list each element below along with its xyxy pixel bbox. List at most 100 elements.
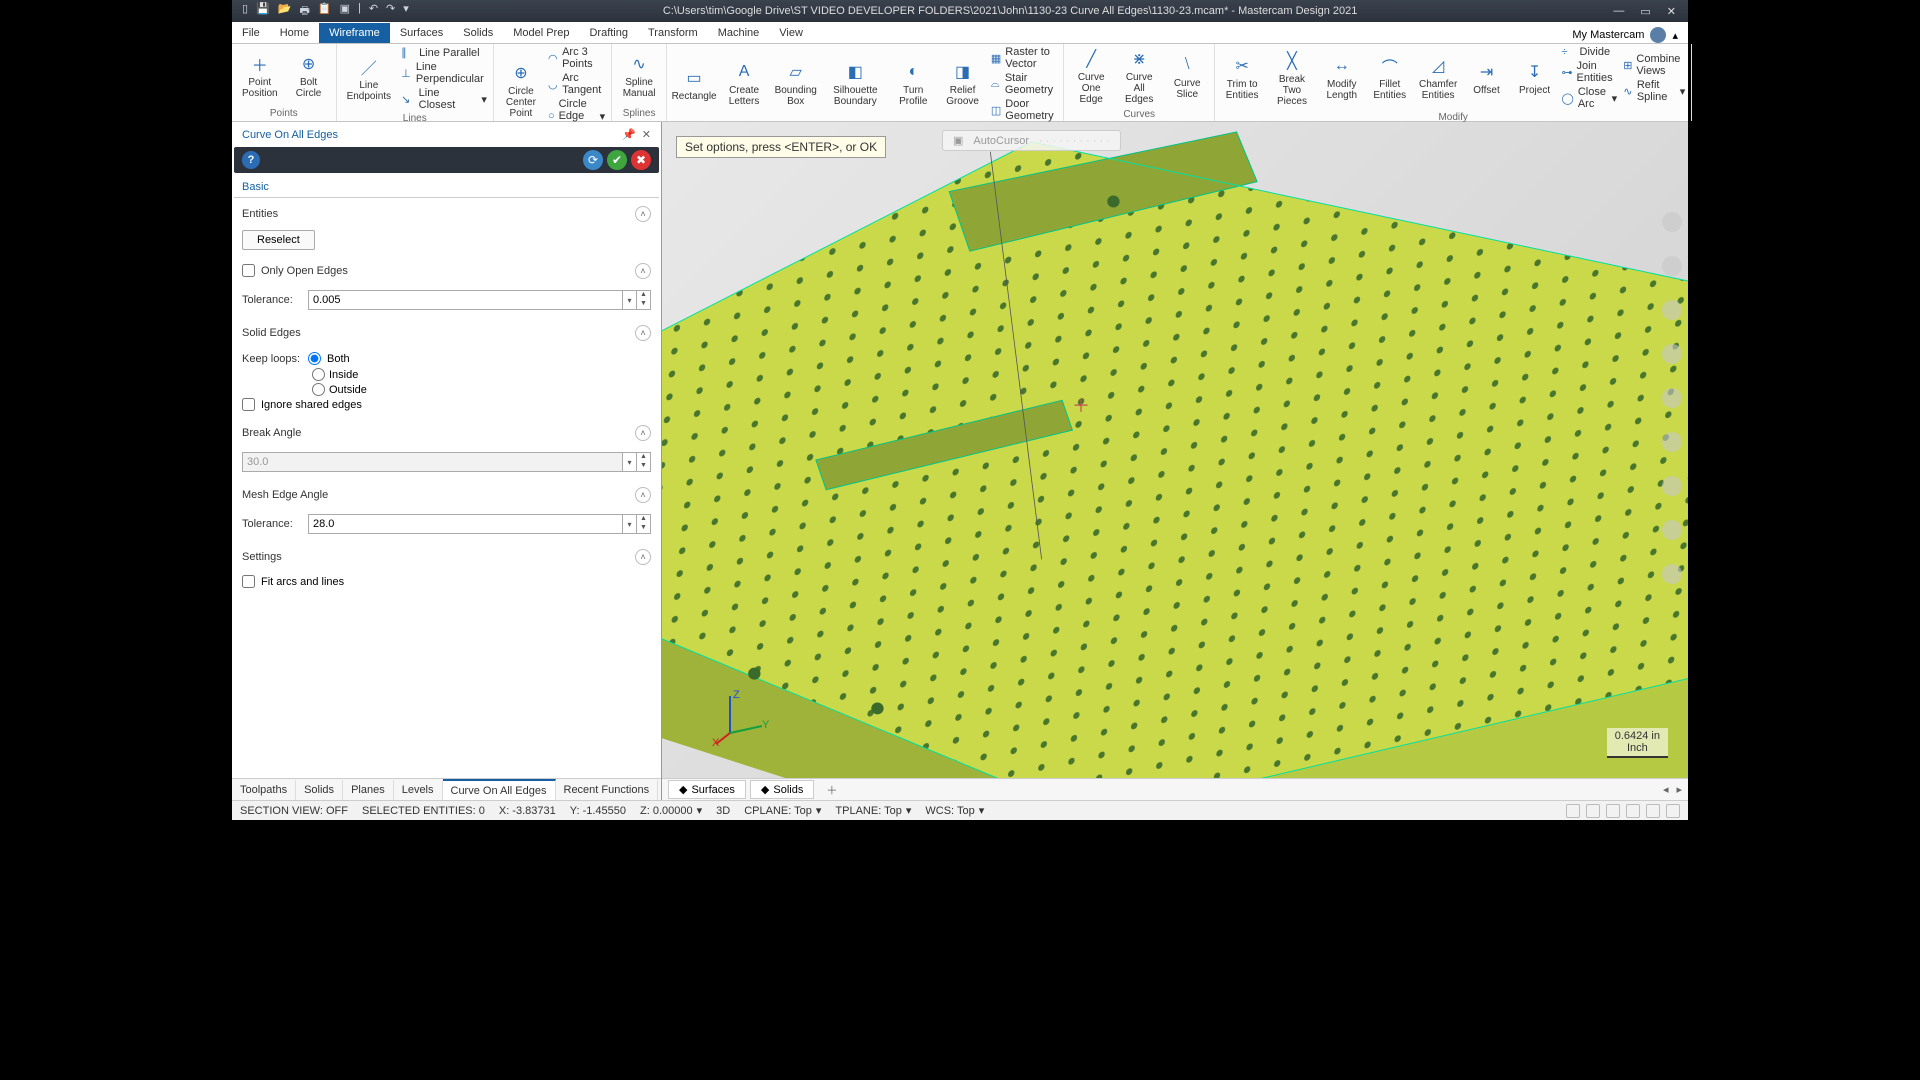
app-icon[interactable]: ▣ [340, 2, 350, 21]
bolt-circle-button[interactable]: ⊕Bolt Circle [288, 51, 330, 101]
redo-icon[interactable]: ↷ [386, 2, 395, 21]
vtab-surfaces[interactable]: ◆Surfaces [668, 780, 746, 799]
dropdown-icon[interactable]: ▾ [623, 290, 637, 310]
gizmo-button[interactable] [1662, 476, 1682, 496]
tab-solids[interactable]: Solids [296, 780, 343, 800]
collapse-icon[interactable]: ˄ [635, 263, 651, 279]
spin-down-icon[interactable]: ▼ [637, 300, 650, 309]
raster-vector-button[interactable]: ▦Raster to Vector [991, 46, 1057, 70]
collapse-icon[interactable]: ˄ [635, 206, 651, 222]
only-open-edges-checkbox[interactable] [242, 264, 255, 277]
scroll-left-icon[interactable]: ◂ [1663, 783, 1669, 796]
tab-drafting[interactable]: Drafting [579, 23, 638, 43]
open-icon[interactable]: 📂 [278, 2, 292, 21]
print-icon[interactable]: 🖶 [299, 2, 309, 21]
gizmo-button[interactable] [1662, 564, 1682, 584]
fillet-button[interactable]: ⌒Fillet Entities [1369, 53, 1411, 103]
curve-slice-button[interactable]: ⧵Curve Slice [1166, 52, 1208, 102]
combine-views-button[interactable]: ⊞Combine Views [1623, 53, 1685, 77]
offset-button[interactable]: ⇥Offset [1466, 59, 1508, 98]
collapse-icon[interactable]: ˄ [635, 487, 651, 503]
tolerance-input[interactable] [308, 290, 623, 310]
add-tab-button[interactable]: ＋ [818, 780, 845, 800]
axis-triad[interactable]: Z Y X [712, 688, 772, 748]
my-mastercam-link[interactable]: My Mastercam [1572, 29, 1644, 41]
bounding-box-button[interactable]: ▱Bounding Box [773, 59, 818, 109]
tab-machine[interactable]: Machine [708, 23, 770, 43]
status-toggle[interactable] [1566, 804, 1580, 818]
refit-spline-button[interactable]: ∿Refit Spline ▾ [1623, 79, 1685, 103]
create-letters-button[interactable]: ACreate Letters [721, 59, 767, 109]
break-two-button[interactable]: ╳Break Two Pieces [1269, 48, 1315, 109]
pin-icon[interactable]: 📌 [622, 128, 636, 141]
collapse-icon[interactable]: ˄ [635, 425, 651, 441]
clipboard-icon[interactable]: 📋 [318, 2, 332, 21]
mesh-tolerance-input[interactable] [308, 514, 623, 534]
basic-tab[interactable]: Basic [234, 177, 659, 198]
collapse-icon[interactable]: ˄ [635, 325, 651, 341]
keep-inside-radio[interactable] [312, 368, 325, 381]
help-icon[interactable]: ▴ [1672, 29, 1678, 42]
silhouette-button[interactable]: ◧Silhouette Boundary [824, 59, 886, 109]
status-wcs[interactable]: WCS: Top [925, 805, 974, 817]
door-geometry-button[interactable]: ◫Door Geometry [991, 98, 1057, 122]
status-section[interactable]: SECTION VIEW: OFF [240, 805, 348, 817]
gizmo-button[interactable] [1662, 256, 1682, 276]
keep-outside-radio[interactable] [312, 383, 325, 396]
help-icon[interactable]: ? [242, 151, 260, 169]
tab-planes[interactable]: Planes [343, 780, 394, 800]
tab-file[interactable]: File [232, 23, 270, 43]
tab-view[interactable]: View [769, 23, 813, 43]
undo-icon[interactable]: ↶ [369, 2, 378, 21]
avatar-icon[interactable] [1650, 27, 1666, 43]
tab-solids[interactable]: Solids [453, 23, 503, 43]
relief-groove-button[interactable]: ◨Relief Groove [940, 59, 985, 109]
spline-manual-button[interactable]: ∿Spline Manual [618, 51, 660, 101]
arc-tangent-button[interactable]: ◡Arc Tangent [548, 72, 605, 96]
status-toggle[interactable] [1626, 804, 1640, 818]
status-toggle[interactable] [1586, 804, 1600, 818]
scroll-right-icon[interactable]: ▸ [1676, 783, 1682, 796]
close-button[interactable]: ✕ [1667, 5, 1676, 18]
save-icon[interactable]: 💾 [256, 2, 270, 21]
spin-up-icon[interactable]: ▲ [637, 291, 650, 300]
viewport-canvas[interactable]: Set options, press <ENTER>, or OK ▣ Auto… [662, 122, 1688, 778]
line-perpendicular-button[interactable]: ⊥Line Perpendicular [401, 61, 487, 85]
dropdown-icon[interactable]: ▾ [623, 514, 637, 534]
panel-close-icon[interactable]: ✕ [642, 128, 651, 141]
close-arc-button[interactable]: ◯Close Arc ▾ [1562, 86, 1618, 110]
tab-levels[interactable]: Levels [394, 780, 443, 800]
status-toggle[interactable] [1666, 804, 1680, 818]
point-position-button[interactable]: ＋Point Position [238, 51, 282, 101]
curve-one-edge-button[interactable]: ╱Curve One Edge [1070, 46, 1112, 107]
line-parallel-button[interactable]: ∥Line Parallel [401, 46, 487, 59]
status-toggle[interactable] [1646, 804, 1660, 818]
qat-dropdown-icon[interactable]: ▾ [403, 2, 409, 21]
apply-new-button[interactable]: ⟳ [583, 150, 603, 170]
tab-toolpaths[interactable]: Toolpaths [232, 780, 296, 800]
reselect-button[interactable]: Reselect [242, 230, 315, 250]
spin-up-icon[interactable]: ▲ [637, 515, 650, 524]
vtab-solids[interactable]: ◆Solids [750, 780, 814, 799]
tab-home[interactable]: Home [270, 23, 319, 43]
status-mode[interactable]: 3D [716, 805, 730, 817]
spin-down-icon[interactable]: ▼ [637, 524, 650, 533]
line-closest-button[interactable]: ↘Line Closest ▾ [401, 87, 487, 111]
divide-button[interactable]: ÷Divide [1562, 46, 1618, 58]
new-icon[interactable]: ▯ [242, 2, 248, 21]
tab-curve-all-edges[interactable]: Curve On All Edges [443, 779, 556, 801]
gizmo-button[interactable] [1662, 432, 1682, 452]
tab-recent[interactable]: Recent Functions [556, 780, 659, 800]
project-button[interactable]: ↧Project [1514, 59, 1556, 98]
join-entities-button[interactable]: ⊶Join Entities [1562, 60, 1618, 84]
cancel-button[interactable]: ✖ [631, 150, 651, 170]
gizmo-button[interactable] [1662, 344, 1682, 364]
status-toggle[interactable] [1606, 804, 1620, 818]
collapse-icon[interactable]: ˄ [635, 549, 651, 565]
gizmo-button[interactable] [1662, 212, 1682, 232]
keep-both-radio[interactable] [308, 352, 321, 365]
gizmo-button[interactable] [1662, 520, 1682, 540]
modify-length-button[interactable]: ↔Modify Length [1321, 53, 1363, 103]
curve-all-edges-button[interactable]: ⋇Curve All Edges [1118, 46, 1160, 107]
trim-entities-button[interactable]: ✂Trim to Entities [1221, 53, 1263, 103]
